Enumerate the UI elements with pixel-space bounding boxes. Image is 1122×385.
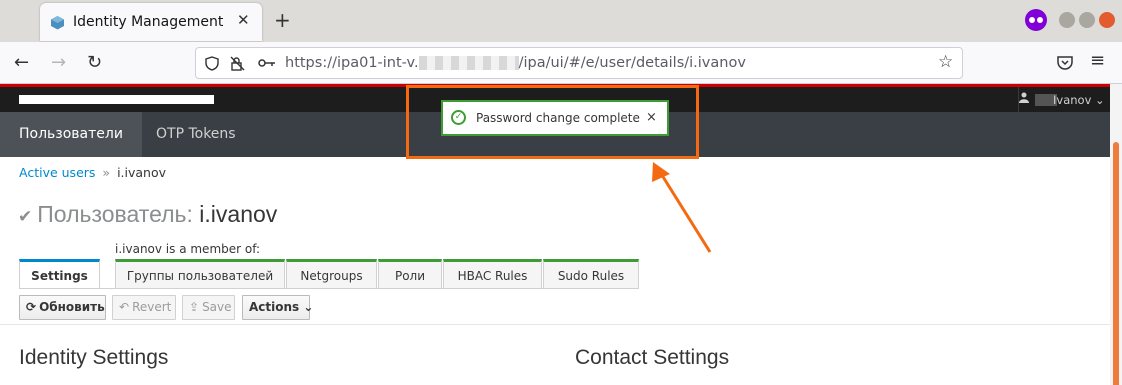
user-name-text: Ivanov (1053, 93, 1092, 107)
tab-divider (19, 288, 639, 289)
breadcrumb: Active users » i.ivanov (19, 165, 166, 180)
upload-icon: ⇪ (189, 300, 200, 314)
url-text[interactable]: https://ipa01-int-v. /ipa/ui/#/e/user/det… (285, 55, 746, 71)
breadcrumb-separator: » (102, 165, 111, 180)
success-notification: ✓ Password change complete × (441, 100, 669, 136)
page-title-name: i.ivanov (199, 201, 278, 227)
tab-netgroups[interactable]: Netgroups (286, 259, 377, 289)
tab-settings[interactable]: Settings (19, 259, 100, 289)
breadcrumb-active-users-link[interactable]: Active users (19, 165, 95, 180)
page-scrollbar[interactable] (1110, 84, 1122, 385)
reload-icon[interactable]: ↻ (87, 52, 102, 73)
url-host: https://ipa01-int-v. (285, 55, 419, 71)
breadcrumb-current: i.ivanov (117, 165, 167, 180)
tab-hbac-rules[interactable]: HBAC Rules (443, 259, 542, 289)
hamburger-menu-icon[interactable]: ≡ (1090, 50, 1105, 71)
menu-item-otp-tokens[interactable]: OTP Tokens (137, 112, 255, 157)
shield-icon[interactable] (205, 56, 219, 71)
user-menu[interactable]: Ivanov ⌄ (1018, 87, 1110, 112)
refresh-label: Обновить (39, 300, 105, 314)
browser-tab[interactable]: Identity Management ✕ (40, 3, 262, 41)
content-divider (0, 324, 1110, 325)
refresh-button[interactable]: ⟳ Обновить (19, 295, 106, 320)
contact-settings-heading: Contact Settings (575, 346, 730, 369)
back-arrow-icon[interactable]: ← (14, 52, 29, 73)
chevron-down-icon: ⌄ (1095, 93, 1105, 107)
notification-close-icon[interactable]: × (646, 110, 657, 125)
success-check-icon: ✓ (451, 110, 466, 125)
browser-nav-bar: ← → ↻ https://ipa01-int-v. /ipa/ui/#/e/us… (0, 42, 1122, 84)
scrollbar-thumb[interactable] (1113, 142, 1119, 385)
save-button[interactable]: ⇪ Save (182, 295, 235, 320)
tab-title: Identity Management (73, 14, 224, 30)
check-icon: ✔ (18, 207, 33, 226)
revert-button[interactable]: ↶ Revert (112, 295, 176, 320)
tab-roles[interactable]: Роли (378, 259, 442, 289)
close-tab-icon[interactable]: ✕ (237, 11, 250, 29)
identity-settings-heading: Identity Settings (19, 346, 169, 369)
user-name: Ivanov ⌄ (1053, 93, 1105, 107)
chevron-down-icon: ⌄ (303, 300, 314, 314)
freeipa-favicon-icon (51, 16, 64, 30)
new-tab-icon[interactable]: + (274, 8, 291, 32)
tab-user-groups[interactable]: Группы пользователей (115, 259, 285, 289)
maximize-window-button[interactable] (1079, 12, 1095, 28)
key-icon[interactable] (258, 58, 276, 68)
private-browsing-icon (1025, 9, 1047, 31)
pocket-icon[interactable] (1057, 56, 1073, 70)
url-redaction (418, 56, 519, 70)
menu-item-users[interactable]: Пользователи (0, 112, 142, 157)
minimize-window-button[interactable] (1059, 12, 1075, 28)
browser-tab-bar: Identity Management ✕ + (0, 0, 1122, 42)
actions-label: Actions (249, 300, 300, 314)
actions-dropdown-button[interactable]: Actions ⌄ (242, 295, 314, 320)
forward-arrow-icon[interactable]: → (51, 52, 66, 73)
annotation-arrow-line (658, 171, 712, 253)
insecure-lock-icon[interactable] (230, 56, 246, 71)
notification-text: Password change complete (476, 111, 640, 125)
url-path: /ipa/ui/#/e/user/details/i.ivanov (518, 55, 746, 71)
page-title: ✔ Пользователь: i.ivanov (18, 201, 277, 228)
page-title-type: Пользователь: (37, 201, 193, 227)
revert-label: Revert (132, 300, 172, 314)
undo-icon: ↶ (119, 300, 130, 314)
url-bar[interactable]: https://ipa01-int-v. /ipa/ui/#/e/user/det… (195, 47, 963, 79)
annotation-arrow-head (652, 162, 670, 182)
refresh-icon: ⟳ (26, 300, 37, 314)
bookmark-star-icon[interactable]: ☆ (938, 52, 953, 72)
save-label: Save (202, 300, 232, 314)
member-of-label: i.ivanov is a member of: (115, 242, 261, 256)
tab-sudo-rules[interactable]: Sudo Rules (543, 259, 639, 289)
close-window-button[interactable] (1099, 12, 1115, 28)
brand-logo-redacted (19, 95, 214, 104)
